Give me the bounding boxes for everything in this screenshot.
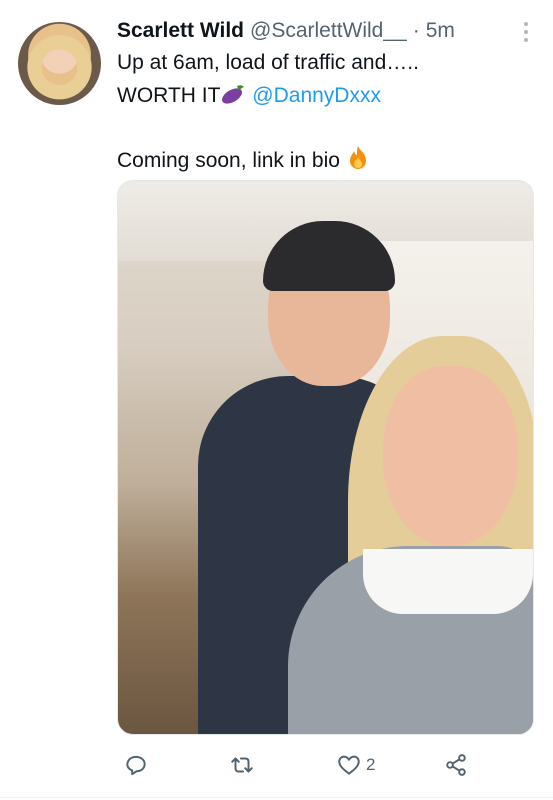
worth-it-text: WORTH IT xyxy=(117,84,221,108)
reply-icon xyxy=(126,755,146,776)
coming-soon-text: Coming soon, link in bio xyxy=(117,149,340,173)
more-dot xyxy=(524,22,528,26)
reply-button[interactable] xyxy=(123,752,149,778)
more-dot xyxy=(524,30,528,34)
more-icon[interactable] xyxy=(523,22,529,42)
author-name[interactable]: Scarlett Wild xyxy=(117,19,244,43)
share-button[interactable] xyxy=(443,752,469,778)
photo-woman-face xyxy=(383,366,518,546)
tweet-photo[interactable] xyxy=(117,180,534,735)
tweet-timestamp[interactable]: 5m xyxy=(426,19,455,43)
tweet[interactable]: Scarlett Wild @ScarlettWild__ · 5m Up at… xyxy=(0,0,553,800)
tweet-header: Scarlett Wild @ScarlettWild__ · 5m xyxy=(117,19,455,43)
heart-icon xyxy=(338,755,360,775)
photo-woman-collar xyxy=(363,549,533,614)
tweet-text-line-2: WORTH IT @DannyDxxx xyxy=(117,82,381,111)
like-button[interactable]: 2 xyxy=(336,752,375,778)
share-icon xyxy=(446,754,466,776)
fire-emoji-icon xyxy=(346,145,370,178)
retweet-icon xyxy=(231,757,253,773)
retweet-button[interactable] xyxy=(229,752,255,778)
tweet-text-line-3: Coming soon, link in bio xyxy=(117,145,370,178)
more-dot xyxy=(524,38,528,42)
like-count: 2 xyxy=(366,755,376,774)
mention-link[interactable]: @DannyDxxx xyxy=(252,84,381,107)
tweet-text-line-1: Up at 6am, load of traffic and….. xyxy=(117,51,419,74)
eggplant-emoji-icon xyxy=(220,82,246,111)
avatar-hair xyxy=(26,26,93,101)
tweet-actions: 2 xyxy=(117,752,537,782)
header-separator: · xyxy=(412,19,420,42)
tweet-divider xyxy=(0,797,553,798)
author-handle[interactable]: @ScarlettWild__ xyxy=(250,19,407,43)
author-avatar[interactable] xyxy=(18,22,101,105)
